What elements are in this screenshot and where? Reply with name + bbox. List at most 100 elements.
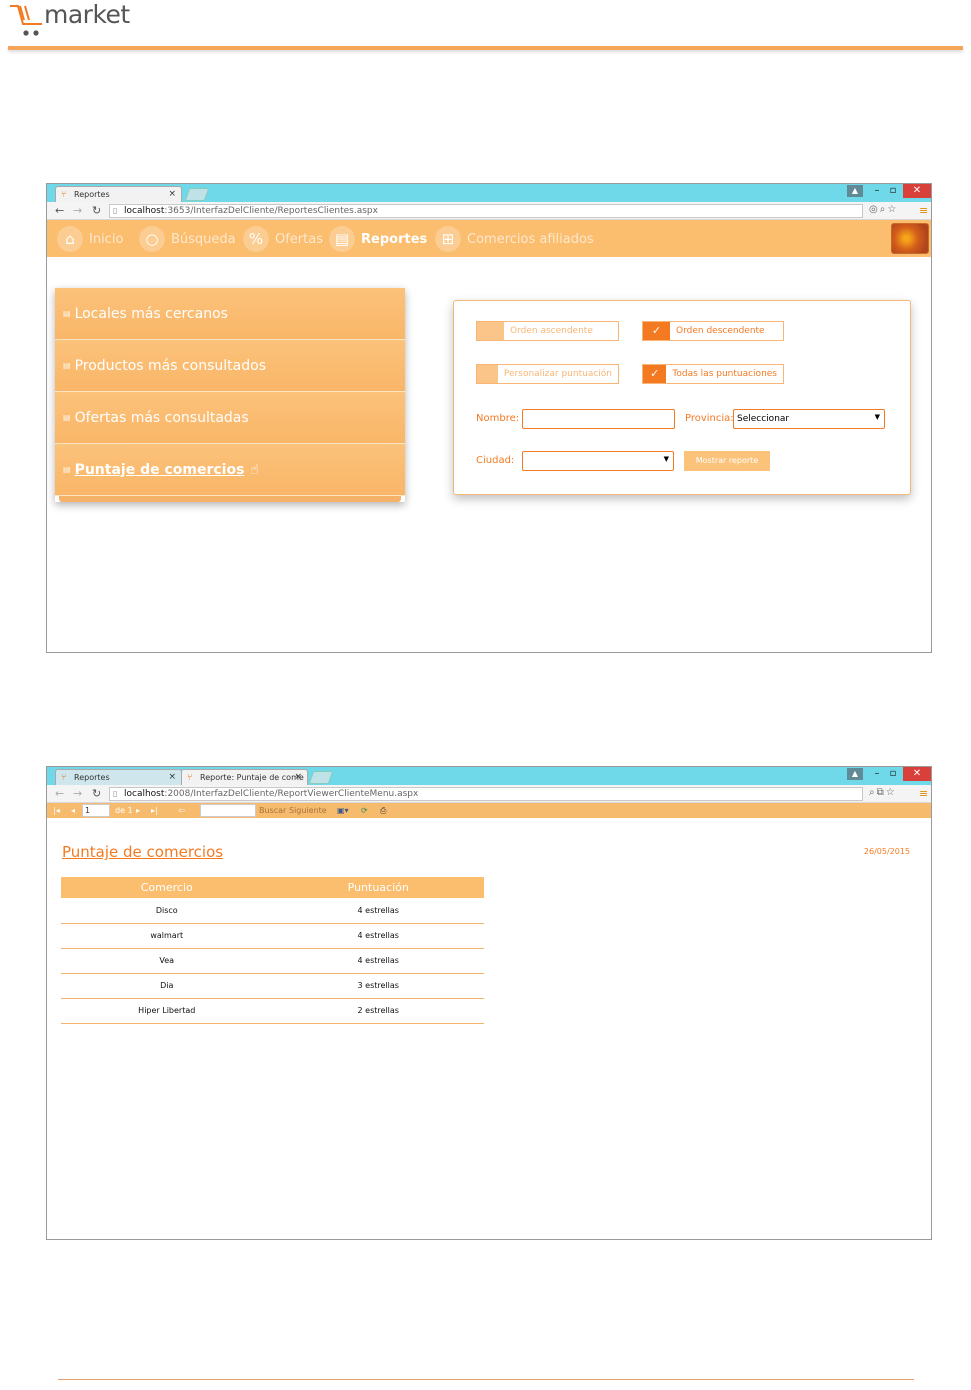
page-icon: ▯ [113,789,118,798]
menu-item-ofertas[interactable]: ▤ Ofertas más consultadas [55,392,405,444]
nav-label: Inicio [89,231,124,247]
tab-title: Reportes [74,190,110,199]
first-page-icon[interactable]: |◂ [53,805,60,816]
clipboard-icon: ▤ [329,226,355,252]
export-icon[interactable]: ▣▾ [337,805,349,816]
orden-ascendente-checkbox[interactable]: Orden ascendente [476,321,619,341]
tab-reporte-puntaje[interactable]: ⑂ Reporte: Puntaje de come × [181,769,308,785]
reload-icon[interactable]: ↻ [92,787,101,801]
cell-puntuacion: 4 estrellas [272,948,484,974]
address-bar: ← → ↻ ▯ localhost:2008/InterfazDelClient… [47,785,931,803]
ciudad-select[interactable]: ▼ [522,451,674,471]
browser-window-report-viewer: ⑂ Reportes × ⑂ Reporte: Puntaje de come … [46,766,932,1240]
nav-ofertas[interactable]: % Ofertas [243,225,323,253]
menu-shadow [59,496,401,502]
close-tab-icon[interactable]: × [294,772,302,782]
percent-icon: % [243,226,269,252]
minimize-button[interactable]: – [869,767,885,781]
forward-icon[interactable]: → [73,787,82,801]
menu-icon[interactable]: ≡ [919,787,928,800]
last-page-icon[interactable]: ▸| [151,805,158,816]
url-host: localhost [124,789,165,799]
cell-comercio: Hiper Libertad [61,998,273,1024]
back-parent-icon[interactable]: ⇦ [178,805,185,816]
nav-inicio[interactable]: ⌂ Inicio [57,225,123,253]
back-icon[interactable]: ← [55,204,64,218]
search-icon: ○ [139,226,165,252]
url-field[interactable]: ▯ localhost:2008/InterfazDelCliente/Repo… [109,787,863,801]
cart-logo-icon [8,2,44,38]
todas-puntuaciones-checkbox[interactable]: ✓ Todas las puntuaciones [642,364,784,384]
provincia-select[interactable]: Seleccionar ▼ [733,409,885,429]
nav-reportes[interactable]: ▤ Reportes [329,225,427,253]
table-row: Dia 3 estrellas [61,973,484,999]
browser-window-reportes: ⑂ Reportes × ▲ – ▫ ✕ ← → ↻ ▯ localhost:3… [46,183,932,653]
orden-descendente-checkbox[interactable]: ✓ Orden descendente [642,321,784,341]
nav-busqueda[interactable]: ○ Búsqueda [139,225,236,253]
user-avatar[interactable] [891,223,929,254]
header-rule [8,46,963,50]
reload-icon[interactable]: ↻ [92,204,101,218]
print-icon[interactable]: ⎙ [380,805,386,816]
cell-puntuacion: 4 estrellas [272,923,484,949]
new-tab-button[interactable] [184,188,210,201]
user-icon[interactable]: ▲ [847,768,863,780]
menu-item-locales[interactable]: ▤ Locales más cercanos [55,288,405,340]
find-field[interactable] [200,804,256,817]
next-link[interactable]: Siguiente [289,805,327,816]
page-icon: ▯ [113,206,118,215]
tab-strip: ⑂ Reportes × ⑂ Reporte: Puntaje de come … [47,767,931,785]
column-header-puntuacion: Puntuación [272,877,484,898]
refresh-icon[interactable]: ⟳ [361,805,368,816]
table-row: walmart 4 estrellas [61,923,484,949]
nav-comercios[interactable]: ⊞ Comercios afiliados [435,225,594,253]
cell-comercio: Vea [61,948,273,974]
table-row: Vea 4 estrellas [61,948,484,974]
menu-item-productos[interactable]: ▤ Productos más consultados [55,340,405,392]
nav-label: Comercios afiliados [467,231,594,247]
cell-comercio: walmart [61,923,273,949]
minimize-button[interactable]: – [869,184,885,198]
nav-label: Búsqueda [171,231,236,247]
check-icon: ✓ [643,322,670,340]
new-tab-button[interactable] [308,771,334,784]
address-tools-icons[interactable]: ⌕⧉☆ [869,787,897,798]
dropdown-arrow-icon: ▼ [663,455,669,463]
address-tools-icons[interactable]: ◎⌕☆ [869,204,898,215]
url-host: localhost [124,206,165,216]
back-icon[interactable]: ← [55,787,64,801]
url-field[interactable]: ▯ localhost:3653/InterfazDelCliente/Repo… [109,204,863,218]
report-table: Comercio Puntuación Disco 4 estrellas wal… [61,877,484,1024]
forward-icon[interactable]: → [73,204,82,218]
user-icon[interactable]: ▲ [847,185,863,197]
find-link[interactable]: Buscar [259,805,286,816]
ciudad-label: Ciudad: [476,455,515,466]
menu-item-puntaje[interactable]: ▤ Puntaje de comercios ☝ [55,444,405,496]
menu-item-label: Puntaje de comercios [74,461,245,478]
menu-icon[interactable]: ≡ [919,204,928,217]
cell-puntuacion: 4 estrellas [272,898,484,924]
market-tab-icon: ⑂ [187,773,193,783]
cell-puntuacion: 3 estrellas [272,973,484,999]
table-row: Hiper Libertad 2 estrellas [61,998,484,1024]
menu-item-label: Locales más cercanos [74,305,228,322]
prev-page-icon[interactable]: ◂ [71,805,75,816]
personalizar-puntuacion-checkbox[interactable]: Personalizar puntuación [476,364,619,384]
url-path: :2008/InterfazDelCliente/ReportViewerCli… [164,789,419,799]
footer-rule [58,1379,914,1380]
restore-button[interactable]: ▫ [885,767,901,781]
mostrar-reporte-button[interactable]: Mostrar reporte [684,451,770,471]
nombre-field[interactable] [522,409,675,429]
page-number-field[interactable]: 1 [82,804,110,817]
next-page-icon[interactable]: ▸ [136,805,140,816]
market-tab-icon: ⑂ [61,190,67,200]
close-tab-icon[interactable]: × [168,772,176,782]
close-tab-icon[interactable]: × [168,189,176,199]
close-window-button[interactable]: ✕ [903,184,931,198]
tab-reportes[interactable]: ⑂ Reportes × [55,186,182,202]
dropdown-arrow-icon: ▼ [874,413,880,421]
report-viewer-toolbar: |◂ ◂ 1 de 1 ▸ ▸| ⇦ Buscar Siguiente ▣▾ ⟳… [47,803,931,818]
close-window-button[interactable]: ✕ [903,767,931,781]
restore-button[interactable]: ▫ [885,184,901,198]
tab-reportes[interactable]: ⑂ Reportes × [55,769,182,785]
